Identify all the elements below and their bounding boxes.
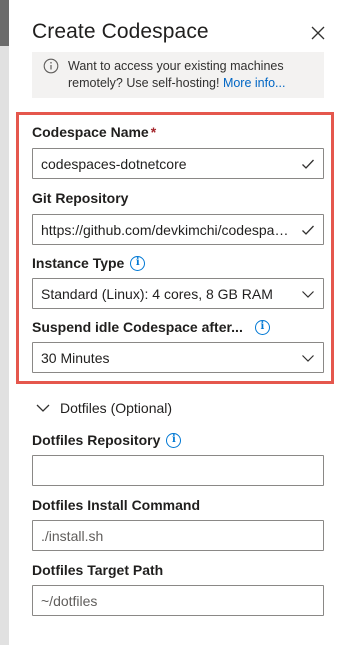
checkmark-icon <box>302 159 314 169</box>
dotfiles-section-toggle[interactable]: Dotfiles (Optional) <box>36 400 172 416</box>
close-icon[interactable] <box>309 24 327 42</box>
instance-type-label-text: Instance Type <box>32 255 125 271</box>
git-repository-label-text: Git Repository <box>32 190 129 206</box>
suspend-idle-value: 30 Minutes <box>41 350 110 366</box>
checkmark-icon <box>302 225 314 235</box>
chevron-down-icon <box>36 404 50 412</box>
suspend-idle-dropdown[interactable]: 30 Minutes <box>32 342 324 373</box>
dotfiles-target-path-label-text: Dotfiles Target Path <box>32 562 164 578</box>
git-repository-value: https://github.com/devkimchi/codespaces-… <box>41 222 295 238</box>
codespace-name-value: codespaces-dotnetcore <box>41 156 187 172</box>
info-message: Want to access your existing machines re… <box>68 58 318 92</box>
more-info-link[interactable]: More info... <box>223 76 286 90</box>
panel-title: Create Codespace <box>32 20 209 43</box>
codespace-name-label-text: Codespace Name <box>32 124 149 140</box>
codespace-name-label: Codespace Name * <box>32 124 156 140</box>
required-asterisk: * <box>150 124 157 140</box>
dotfiles-target-path-label: Dotfiles Target Path <box>32 562 163 578</box>
create-codespace-panel: Create Codespace Want to access your exi… <box>9 0 348 645</box>
info-message-bar: Want to access your existing machines re… <box>32 52 324 98</box>
git-repository-label: Git Repository <box>32 190 128 206</box>
chevron-down-icon <box>302 355 314 362</box>
dotfiles-repository-label-text: Dotfiles Repository <box>32 432 161 448</box>
dotfiles-target-path-placeholder: ~/dotfiles <box>41 593 98 609</box>
instance-type-dropdown[interactable]: Standard (Linux): 4 cores, 8 GB RAM <box>32 278 324 309</box>
dotfiles-repository-label: Dotfiles Repository i <box>32 432 182 448</box>
dotfiles-repository-info-icon[interactable]: i <box>166 432 182 448</box>
instance-type-value: Standard (Linux): 4 cores, 8 GB RAM <box>41 286 273 302</box>
chevron-down-icon <box>302 291 314 298</box>
suspend-idle-info-icon[interactable]: i <box>254 319 270 335</box>
instance-type-info-icon[interactable]: i <box>130 255 146 271</box>
info-icon <box>43 58 59 74</box>
dotfiles-install-command-label-text: Dotfiles Install Command <box>32 497 201 513</box>
dotfiles-install-command-input[interactable]: ./install.sh <box>32 520 324 551</box>
codespace-name-field[interactable]: codespaces-dotnetcore <box>32 148 324 179</box>
background-app-edge <box>0 0 9 645</box>
suspend-idle-label-text: Suspend idle Codespace after... <box>32 319 243 335</box>
dotfiles-target-path-input[interactable]: ~/dotfiles <box>32 585 324 616</box>
dotfiles-install-command-placeholder: ./install.sh <box>41 528 104 544</box>
dotfiles-section-label: Dotfiles (Optional) <box>60 400 173 416</box>
instance-type-label: Instance Type i <box>32 255 146 271</box>
suspend-idle-label: Suspend idle Codespace after... i <box>32 319 270 335</box>
dotfiles-install-command-label: Dotfiles Install Command <box>32 497 200 513</box>
dotfiles-repository-input[interactable] <box>32 455 324 486</box>
background-app-edge-dark <box>0 0 9 46</box>
git-repository-field[interactable]: https://github.com/devkimchi/codespaces-… <box>32 214 324 245</box>
